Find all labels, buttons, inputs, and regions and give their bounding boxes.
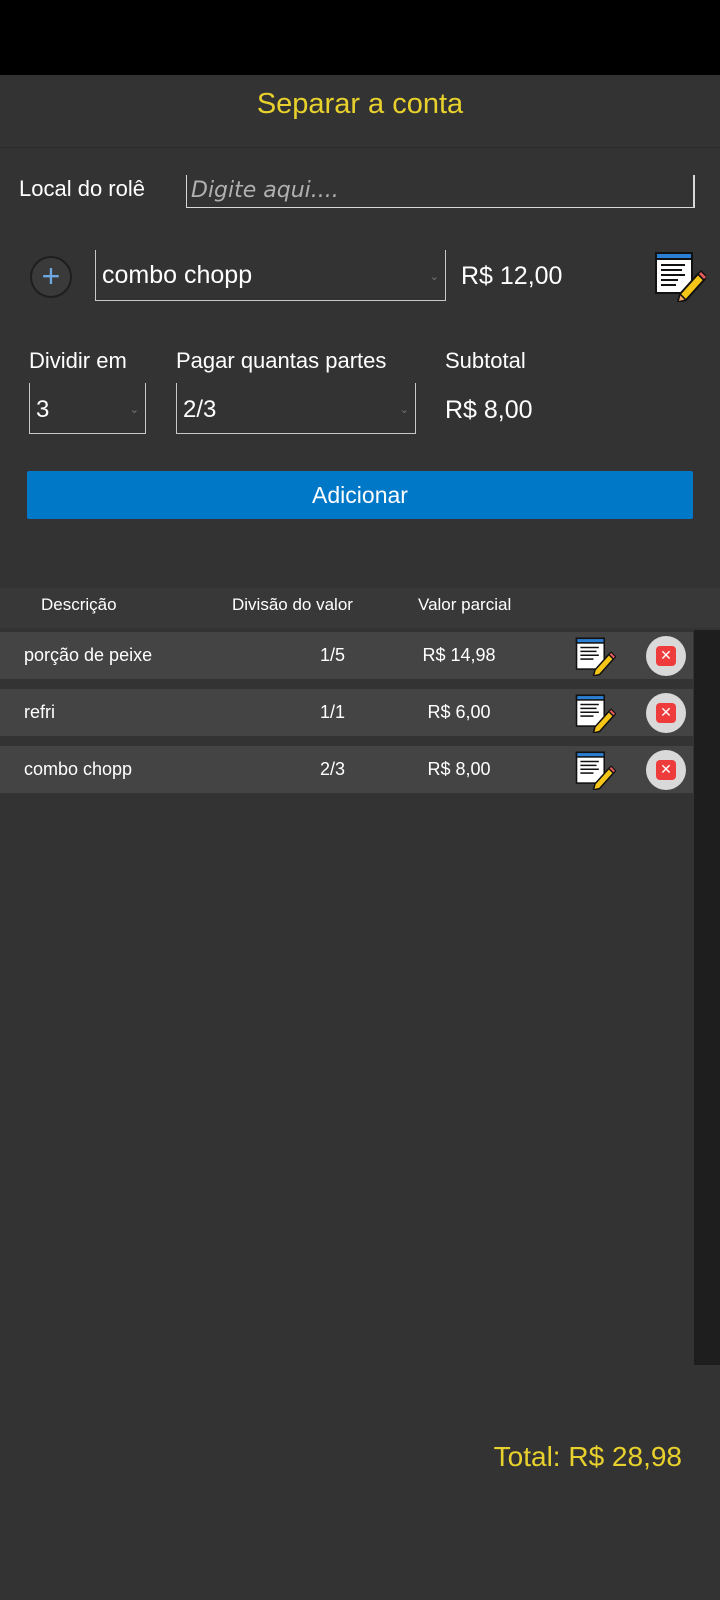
row-description: refri (24, 702, 55, 722)
add-button[interactable]: Adicionar (27, 471, 693, 519)
local-input[interactable] (186, 175, 695, 208)
parts-select-value: 2/3 (183, 396, 217, 423)
header-division: Divisão do valor (232, 595, 353, 614)
close-icon: ✕ (656, 760, 676, 780)
divide-label: Dividir em (29, 348, 127, 373)
scrollbar[interactable] (694, 630, 720, 1365)
parts-select[interactable]: 2/3 ⌄ (176, 383, 416, 434)
plus-icon: + (41, 258, 61, 294)
row-partial: R$ 6,00 (427, 702, 491, 722)
page-title: Separar a conta (256, 88, 464, 120)
row-description: porção de peixe (24, 645, 153, 665)
row-division: 2/3 (320, 759, 346, 779)
row-division: 1/5 (320, 645, 346, 665)
parts-label: Pagar quantas partes (176, 348, 387, 373)
row-partial: R$ 8,00 (427, 759, 491, 779)
item-select[interactable]: combo chopp ⌄ (95, 250, 446, 301)
subtotal-value: R$ 8,00 (445, 396, 533, 424)
local-label: Local do rolê (19, 176, 145, 201)
total-amount: Total: R$ 28,98 (493, 1441, 682, 1472)
edit-note-icon[interactable] (574, 693, 616, 733)
item-price: R$ 12,00 (461, 262, 563, 290)
table-row: porção de peixe 1/5 R$ 14,98 ✕ (0, 632, 693, 679)
header-description: Descrição (41, 595, 117, 614)
chevron-down-icon: ⌄ (399, 404, 409, 416)
edit-note-icon[interactable] (654, 250, 706, 302)
divide-select[interactable]: 3 ⌄ (29, 383, 146, 434)
chevron-down-icon: ⌄ (129, 404, 139, 416)
add-item-button[interactable]: + (30, 256, 72, 298)
header-partial: Valor parcial (418, 595, 512, 614)
delete-button[interactable]: ✕ (646, 750, 686, 790)
row-division: 1/1 (320, 702, 346, 722)
subtotal-label: Subtotal (445, 348, 526, 373)
divide-select-value: 3 (36, 396, 50, 423)
row-description: combo chopp (24, 759, 133, 779)
status-bar (0, 0, 720, 75)
app-bar: Separar a conta (0, 75, 720, 148)
edit-note-icon[interactable] (574, 636, 616, 676)
delete-button[interactable]: ✕ (646, 693, 686, 733)
table-row: refri 1/1 R$ 6,00 ✕ (0, 689, 693, 736)
row-partial: R$ 14,98 (422, 645, 496, 665)
chevron-down-icon: ⌄ (429, 271, 439, 283)
close-icon: ✕ (656, 646, 676, 666)
close-icon: ✕ (656, 703, 676, 723)
table-row: combo chopp 2/3 R$ 8,00 ✕ (0, 746, 693, 793)
item-select-value: combo chopp (102, 261, 253, 289)
table-header: Descrição Divisão do valor Valor parcial (0, 588, 720, 628)
delete-button[interactable]: ✕ (646, 636, 686, 676)
edit-note-icon[interactable] (574, 750, 616, 790)
